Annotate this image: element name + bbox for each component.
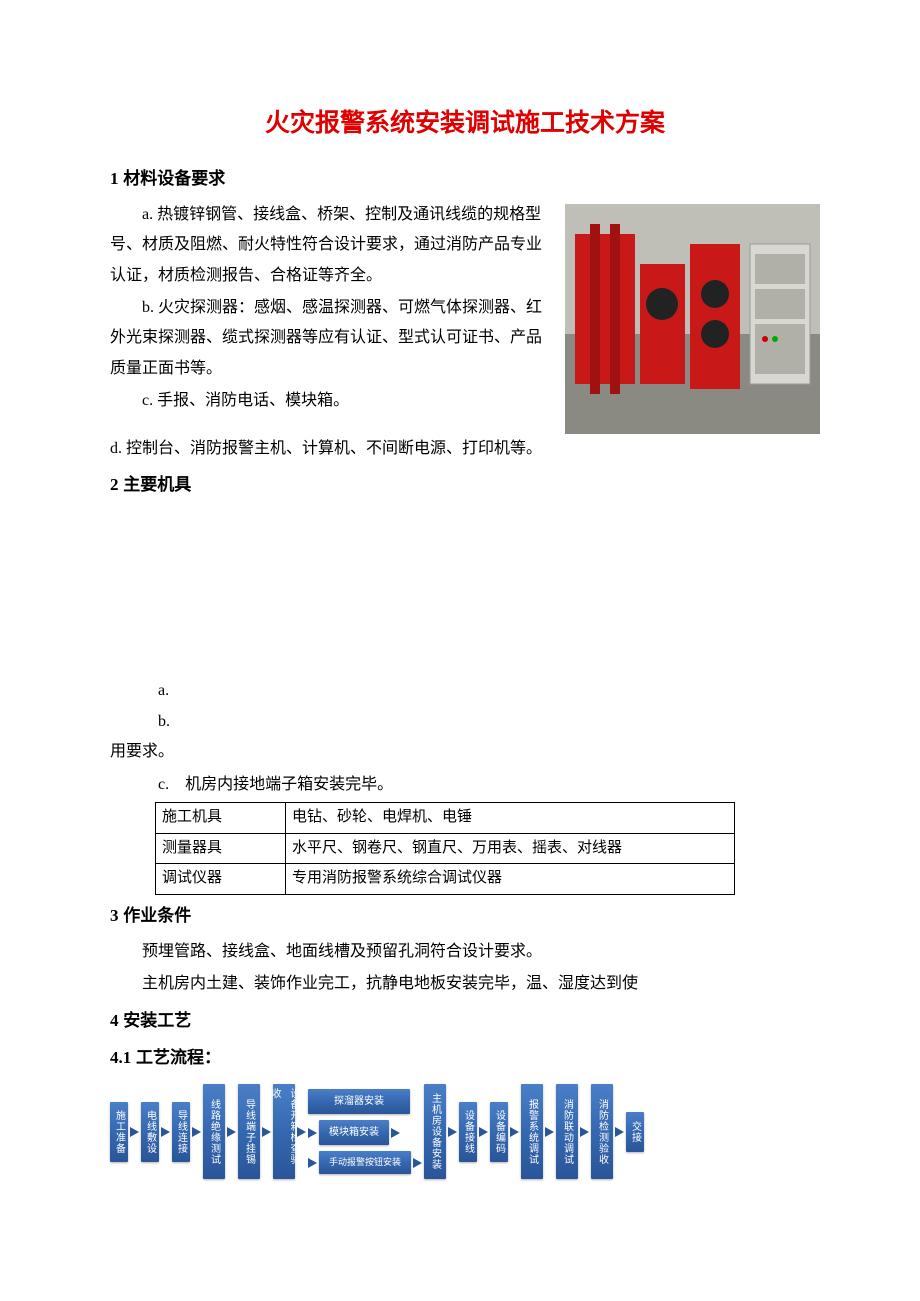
section-4-heading: 4 安装工艺 — [110, 1005, 820, 1037]
table-row: 调试仪器 专用消防报警系统综合调试仪器 — [156, 864, 735, 895]
flow-step-8: 设备接线 — [459, 1102, 477, 1162]
section-4-1-text: 工艺流程： — [136, 1048, 221, 1067]
flow-step-3: 导线连接 — [172, 1102, 190, 1162]
section-2-num: 2 — [110, 475, 119, 494]
intro-text-column: a. 热镀锌钢管、接线盒、桥架、控制及通讯线缆的规格型号、材质及阻燃、耐火特性符… — [110, 200, 553, 434]
flow-mid-row-1: 探溜器安装 — [308, 1089, 422, 1114]
section-4-text: 安装工艺 — [123, 1011, 191, 1030]
arrow-icon — [545, 1127, 554, 1137]
arrow-icon — [308, 1158, 317, 1168]
flow-step-13: 交接 — [626, 1112, 644, 1152]
para-h: 预埋管路、接线盒、地面线槽及预留孔洞符合设计要求。 — [110, 937, 820, 967]
section-1-num: 1 — [110, 169, 119, 188]
section-3-text: 作业条件 — [123, 906, 191, 925]
section-3-num: 3 — [110, 906, 119, 925]
para-b: b. 火灾探测器：感烟、感温探测器、可燃气体探测器、红外光束探测器、缆式探测器等… — [110, 293, 553, 384]
flow-mid-1: 探溜器安装 — [308, 1089, 410, 1114]
cell-value: 水平尺、钢卷尺、钢直尺、万用表、摇表、对线器 — [286, 833, 735, 864]
process-flowchart: 施工准备 电线敷设 导线连接 线路绝缘测试 导线端子挂锡 设备开箱检查验收 探溜… — [110, 1084, 820, 1179]
section-2-heading: 2 主要机具 — [110, 469, 820, 501]
cell-label: 测量器具 — [156, 833, 286, 864]
flow-mid-row-2: 模块箱安装 — [308, 1120, 422, 1145]
arrow-icon — [130, 1127, 139, 1137]
flow-parallel-group: 探溜器安装 模块箱安装 手动报警按钮安装 — [308, 1089, 422, 1174]
flow-mid-row-3: 手动报警按钮安装 — [308, 1151, 422, 1174]
para-use: 用要求。 — [110, 737, 820, 767]
flow-step-4: 线路绝缘测试 — [203, 1084, 225, 1179]
para-a: a. 热镀锌钢管、接线盒、桥架、控制及通讯线缆的规格型号、材质及阻燃、耐火特性符… — [110, 200, 553, 291]
section-4-1-num: 4.1 — [110, 1048, 131, 1067]
arrow-icon — [510, 1127, 519, 1137]
pump-room-illustration — [565, 204, 820, 434]
table-row: 施工机具 电钻、砂轮、电焊机、电锤 — [156, 803, 735, 834]
para-d: d. 控制台、消防报警主机、计算机、不间断电源、打印机等。 — [110, 434, 820, 464]
flow-step-2: 电线敷设 — [141, 1102, 159, 1162]
tools-table: 施工机具 电钻、砂轮、电焊机、电锤 测量器具 水平尺、钢卷尺、钢直尺、万用表、摇… — [155, 802, 735, 895]
arrow-icon — [391, 1128, 400, 1138]
arrow-icon — [297, 1127, 306, 1137]
cell-value: 电钻、砂轮、电焊机、电锤 — [286, 803, 735, 834]
section-1-heading: 1 材料设备要求 — [110, 163, 820, 195]
arrow-icon — [580, 1127, 589, 1137]
cell-label: 调试仪器 — [156, 864, 286, 895]
section-1-text: 材料设备要求 — [123, 169, 225, 188]
arrow-icon — [192, 1127, 201, 1137]
fire-equipment-photo — [565, 204, 820, 434]
section-4-num: 4 — [110, 1011, 119, 1030]
section-3-heading: 3 作业条件 — [110, 900, 820, 932]
blank-gap — [110, 506, 820, 676]
arrow-icon — [615, 1127, 624, 1137]
para-g: c. 机房内接地端子箱安装完毕。 — [110, 770, 820, 800]
flow-step-12: 消防检测验收 — [591, 1084, 613, 1179]
cell-value: 专用消防报警系统综合调试仪器 — [286, 864, 735, 895]
flow-step-5: 导线端子挂锡 — [238, 1084, 260, 1179]
para-f: b. — [110, 707, 820, 737]
arrow-icon — [227, 1127, 236, 1137]
para-e: a. — [110, 676, 820, 706]
flow-step-6: 设备开箱检查验收 — [273, 1084, 295, 1179]
table-row: 测量器具 水平尺、钢卷尺、钢直尺、万用表、摇表、对线器 — [156, 833, 735, 864]
intro-row: a. 热镀锌钢管、接线盒、桥架、控制及通讯线缆的规格型号、材质及阻燃、耐火特性符… — [110, 200, 820, 434]
flow-step-1: 施工准备 — [110, 1102, 128, 1162]
section-2-text: 主要机具 — [123, 475, 191, 494]
flow-mid-3: 手动报警按钮安装 — [319, 1151, 411, 1174]
arrow-icon — [308, 1128, 317, 1138]
flow-step-9: 设备编码 — [490, 1102, 508, 1162]
arrow-icon — [161, 1127, 170, 1137]
arrow-icon — [413, 1158, 422, 1168]
flow-step-11: 消防联动调试 — [556, 1084, 578, 1179]
arrow-icon — [448, 1127, 457, 1137]
document-title: 火灾报警系统安装调试施工技术方案 — [110, 100, 820, 148]
para-i: 主机房内土建、装饰作业完工，抗静电地板安装完毕，温、湿度达到使 — [110, 969, 820, 999]
section-4-1-heading: 4.1 工艺流程： — [110, 1042, 820, 1074]
flow-step-7: 主机房设备安装 — [424, 1084, 446, 1179]
para-c: c. 手报、消防电话、模块箱。 — [110, 386, 553, 416]
flow-mid-2: 模块箱安装 — [319, 1120, 389, 1145]
cell-label: 施工机具 — [156, 803, 286, 834]
flow-step-10: 报警系统调试 — [521, 1084, 543, 1179]
arrow-icon — [479, 1127, 488, 1137]
